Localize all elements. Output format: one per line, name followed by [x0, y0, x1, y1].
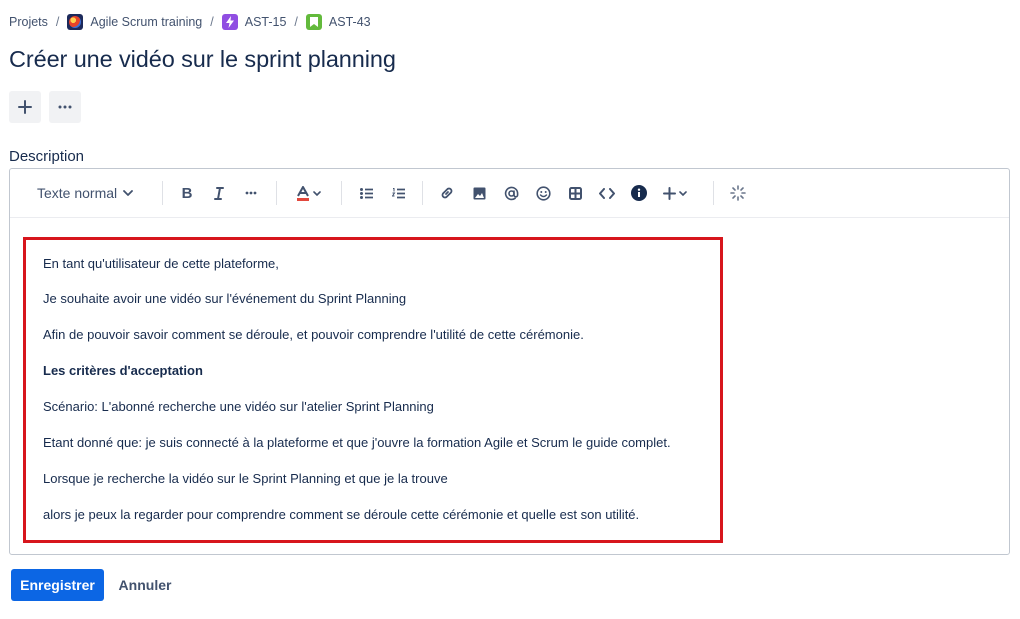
numbered-list-button[interactable]	[384, 180, 412, 206]
toolbar-divider	[162, 181, 163, 205]
breadcrumb-label: Agile Scrum training	[90, 15, 203, 29]
bullet-list-button[interactable]	[352, 180, 380, 206]
chevron-down-icon	[123, 190, 134, 196]
more-actions-button[interactable]	[49, 91, 81, 123]
link-icon	[441, 187, 453, 199]
italic-button[interactable]	[205, 180, 233, 206]
description-paragraph: Afin de pouvoir savoir comment se déroul…	[43, 327, 584, 342]
breadcrumb-separator: /	[210, 15, 214, 29]
issue-title[interactable]: Créer une vidéo sur le sprint planning	[9, 46, 396, 73]
breadcrumb: Projets / Agile Scrum training / AST-15 …	[9, 13, 371, 31]
epic-lightning-icon	[221, 14, 238, 30]
description-paragraph: Lorsque je recherche la vidéo sur le Spr…	[43, 471, 448, 486]
code-button[interactable]	[593, 180, 621, 206]
numbered-list-icon	[391, 187, 405, 198]
image-icon	[473, 187, 485, 199]
text-color-icon	[296, 185, 309, 201]
description-paragraph: Scénario: L'abonné recherche une vidéo s…	[43, 399, 434, 414]
story-bookmark-icon	[305, 14, 322, 30]
text-color-button[interactable]	[289, 180, 327, 206]
add-button[interactable]	[9, 91, 41, 123]
save-button[interactable]: Enregistrer	[11, 569, 104, 601]
link-button[interactable]	[433, 180, 461, 206]
project-avatar-icon	[67, 14, 84, 30]
description-editor[interactable]: Texte normal B En tant qu'utilisateur de…	[9, 168, 1010, 555]
bullet-list-icon	[359, 187, 373, 199]
toolbar-divider	[422, 181, 423, 205]
breadcrumb-label: Projets	[9, 15, 48, 29]
table-icon	[568, 186, 582, 200]
breadcrumb-separator: /	[294, 15, 298, 29]
description-paragraph: Je souhaite avoir une vidéo sur l'événem…	[43, 291, 407, 306]
image-button[interactable]	[465, 180, 493, 206]
breadcrumb-label: AST-43	[328, 15, 371, 29]
plus-icon	[663, 186, 676, 200]
more-horizontal-icon	[245, 191, 257, 195]
breadcrumb-story[interactable]: AST-43	[305, 14, 371, 30]
cancel-button[interactable]: Annuler	[110, 569, 180, 601]
breadcrumb-project[interactable]: Agile Scrum training	[67, 14, 202, 30]
description-paragraph: Etant donné que: je suis connecté à la p…	[43, 435, 671, 450]
toolbar-divider	[713, 181, 714, 205]
breadcrumb-epic[interactable]: AST-15	[221, 14, 287, 30]
description-paragraph: En tant qu'utilisateur de cette platefor…	[43, 256, 279, 271]
emoji-button[interactable]	[529, 180, 557, 206]
code-icon	[599, 187, 615, 199]
text-style-label: Texte normal	[37, 185, 118, 201]
table-button[interactable]	[561, 180, 589, 206]
editor-toolbar: Texte normal B	[10, 169, 1009, 218]
emoji-icon	[535, 185, 551, 201]
breadcrumb-separator: /	[55, 15, 60, 29]
ai-assist-button[interactable]	[724, 180, 752, 206]
mention-button[interactable]	[497, 180, 525, 206]
info-icon	[631, 185, 647, 201]
plus-icon	[18, 100, 32, 114]
description-label: Description	[9, 148, 85, 165]
more-horizontal-icon	[58, 105, 72, 109]
bold-button[interactable]: B	[173, 180, 201, 206]
insert-more-button[interactable]	[658, 180, 692, 206]
breadcrumb-projects[interactable]: Projets	[9, 15, 48, 29]
toolbar-divider	[341, 181, 342, 205]
text-style-dropdown[interactable]: Texte normal	[29, 180, 141, 206]
info-panel-button[interactable]	[625, 180, 653, 206]
chevron-down-icon	[679, 190, 687, 196]
more-formatting-button[interactable]	[237, 180, 265, 206]
description-content[interactable]: En tant qu'utilisateur de cette platefor…	[23, 237, 723, 543]
breadcrumb-label: AST-15	[244, 15, 287, 29]
description-heading: Les critères d'acceptation	[43, 363, 203, 378]
italic-icon	[214, 186, 224, 200]
mention-icon	[504, 186, 518, 200]
chevron-down-icon	[312, 190, 321, 196]
toolbar-divider	[276, 181, 277, 205]
sparkle-loader-icon	[730, 185, 746, 201]
bold-icon: B	[181, 184, 193, 202]
description-paragraph: alors je peux la regarder pour comprendr…	[43, 507, 640, 522]
